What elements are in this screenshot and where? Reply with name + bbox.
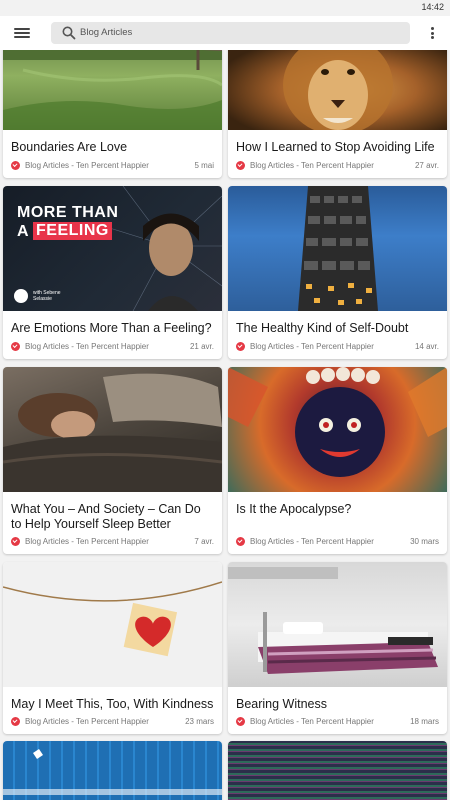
- article-grid: Boundaries Are Love Blog Articles - Ten …: [0, 50, 450, 800]
- article-source: Blog Articles - Ten Percent Happier: [25, 537, 149, 546]
- article-source: Blog Articles - Ten Percent Happier: [250, 161, 374, 170]
- article-meta: Blog Articles - Ten Percent Happier 7 av…: [11, 536, 214, 548]
- article-meta: Blog Articles - Ten Percent Happier 5 ma…: [11, 160, 214, 172]
- article-card[interactable]: Bearing Witness Blog Articles - Ten Perc…: [228, 562, 447, 734]
- article-card[interactable]: [228, 741, 447, 800]
- search-icon: [62, 26, 76, 40]
- article-card[interactable]: The Healthy Kind of Self-Doubt Blog Arti…: [228, 186, 447, 359]
- article-meta: Blog Articles - Ten Percent Happier 14 a…: [236, 341, 439, 353]
- source-icon: [236, 161, 245, 170]
- article-card[interactable]: Boundaries Are Love Blog Articles - Ten …: [3, 50, 222, 178]
- menu-icon[interactable]: [12, 25, 32, 41]
- article-title: Are Emotions More Than a Feeling?: [11, 321, 212, 335]
- article-date: 7 avr.: [194, 537, 214, 546]
- article-title: The Healthy Kind of Self-Doubt: [236, 321, 409, 335]
- article-date: 27 avr.: [414, 161, 439, 170]
- article-title: May I Meet This, Too, With Kindness: [11, 697, 214, 711]
- article-source: Blog Articles - Ten Percent Happier: [25, 342, 149, 351]
- article-image: [3, 50, 222, 130]
- article-meta: Blog Articles - Ten Percent Happier 18 m…: [236, 716, 439, 728]
- source-icon: [11, 717, 20, 726]
- source-icon: [236, 342, 245, 351]
- source-icon: [236, 537, 245, 546]
- image-text-a: A: [17, 223, 29, 240]
- article-image: [3, 741, 222, 800]
- article-card[interactable]: What You – And Society – Can Do to Help …: [3, 367, 222, 554]
- article-meta: Blog Articles - Ten Percent Happier 30 m…: [236, 536, 439, 548]
- source-icon: [11, 161, 20, 170]
- article-title: What You – And Society – Can Do to Help …: [11, 502, 201, 531]
- article-image: [3, 367, 222, 492]
- article-meta: Blog Articles - Ten Percent Happier 23 m…: [11, 716, 214, 728]
- article-date: 18 mars: [410, 717, 439, 726]
- article-meta: Blog Articles - Ten Percent Happier 21 a…: [11, 341, 214, 353]
- article-title: Boundaries Are Love: [11, 140, 128, 154]
- search-text: Blog Articles: [80, 27, 133, 38]
- article-card[interactable]: [3, 741, 222, 800]
- article-image: [228, 367, 447, 492]
- image-small-text: with Sebene Selassie: [33, 290, 61, 302]
- article-date: 30 mars: [410, 537, 439, 546]
- app-bar: Blog Articles: [0, 16, 450, 50]
- image-text-feeling: FEELING: [33, 222, 112, 240]
- article-date: 5 mai: [194, 161, 214, 170]
- article-card[interactable]: MORE THAN A FEELING with Sebene Selassie…: [3, 186, 222, 359]
- article-title: Is It the Apocalypse?: [236, 502, 352, 516]
- article-image: [228, 562, 447, 687]
- article-title: Bearing Witness: [236, 697, 328, 711]
- article-date: 23 mars: [185, 717, 214, 726]
- more-options-icon[interactable]: [426, 25, 438, 41]
- search-bar[interactable]: Blog Articles: [51, 22, 410, 44]
- article-card[interactable]: How I Learned to Stop Avoiding Life Blog…: [228, 50, 447, 178]
- article-source: Blog Articles - Ten Percent Happier: [25, 717, 149, 726]
- article-source: Blog Articles - Ten Percent Happier: [250, 342, 374, 351]
- article-meta: Blog Articles - Ten Percent Happier 27 a…: [236, 160, 439, 172]
- article-image: [3, 562, 222, 687]
- source-icon: [236, 717, 245, 726]
- source-icon: [11, 342, 20, 351]
- article-date: 14 avr.: [414, 342, 439, 351]
- article-source: Blog Articles - Ten Percent Happier: [25, 161, 149, 170]
- article-image: [228, 186, 447, 311]
- article-source: Blog Articles - Ten Percent Happier: [250, 717, 374, 726]
- article-image: MORE THAN A FEELING with Sebene Selassie: [3, 186, 222, 311]
- article-source: Blog Articles - Ten Percent Happier: [250, 537, 374, 546]
- article-title: How I Learned to Stop Avoiding Life: [236, 140, 435, 154]
- article-image: [228, 741, 447, 800]
- article-date: 21 avr.: [189, 342, 214, 351]
- image-text-more-than: MORE THAN: [17, 204, 119, 221]
- status-bar: 14:42: [0, 0, 450, 16]
- status-time: 14:42: [421, 2, 444, 12]
- article-image: [228, 50, 447, 130]
- source-icon: [11, 537, 20, 546]
- article-card[interactable]: Is It the Apocalypse? Blog Articles - Te…: [228, 367, 447, 554]
- article-card[interactable]: May I Meet This, Too, With Kindness Blog…: [3, 562, 222, 734]
